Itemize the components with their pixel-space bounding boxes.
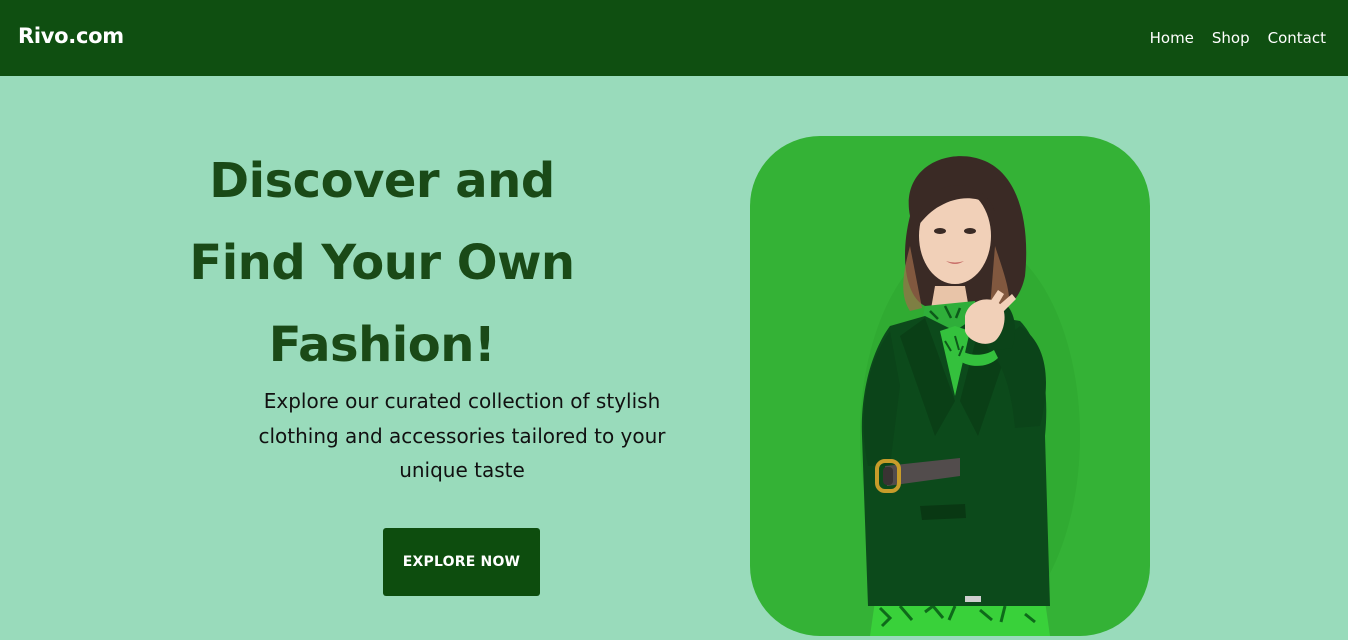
headline-line-1: Discover and — [209, 153, 555, 209]
nav-links: Home Shop Contact — [1150, 29, 1326, 47]
fashion-model-illustration — [860, 156, 1080, 636]
hero-description: Explore our curated collection of stylis… — [258, 389, 666, 482]
nav-link-contact[interactable]: Contact — [1268, 29, 1326, 47]
site-logo[interactable]: Rivo.com — [18, 24, 124, 48]
navbar: Rivo.com Home Shop Contact — [0, 0, 1348, 76]
hero-image — [750, 136, 1150, 636]
headline-line-3: Fashion! — [268, 317, 496, 373]
nav-link-shop[interactable]: Shop — [1212, 29, 1250, 47]
hero-headline: Discover and Find Your Own Fashion! — [150, 140, 614, 386]
nav-link-home[interactable]: Home — [1150, 29, 1194, 47]
headline-line-2: Find Your Own — [189, 235, 575, 291]
explore-now-button[interactable]: EXPLORE NOW — [383, 528, 540, 596]
